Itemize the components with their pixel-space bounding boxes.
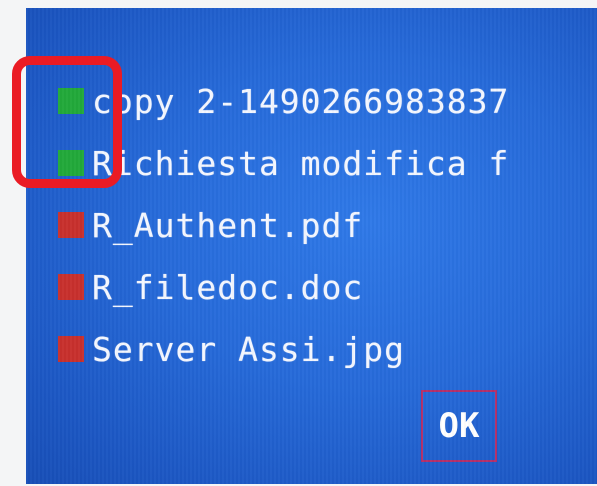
file-list-item[interactable]: Server Assi.jpg (58, 318, 509, 380)
error-status-icon (58, 212, 84, 238)
file-list-item[interactable]: R_filedoc.doc (58, 256, 509, 318)
ok-button[interactable]: OK (421, 390, 497, 462)
file-list-item[interactable]: copy 2-1490266983837 (58, 70, 509, 132)
file-list-item[interactable]: Richiesta modifica f (58, 132, 509, 194)
file-name: R_filedoc.doc (92, 267, 364, 307)
file-list-item[interactable]: R_Authent.pdf (58, 194, 509, 256)
file-name: Richiesta modifica f (92, 143, 510, 183)
file-name: R_Authent.pdf (92, 205, 364, 245)
success-status-icon (58, 150, 84, 176)
success-status-icon (58, 88, 84, 114)
error-status-icon (58, 274, 84, 300)
file-name: Server Assi.jpg (92, 329, 406, 369)
file-list: copy 2-1490266983837 Richiesta modifica … (58, 70, 509, 380)
photo-frame: copy 2-1490266983837 Richiesta modifica … (0, 0, 597, 486)
device-screen: copy 2-1490266983837 Richiesta modifica … (26, 8, 597, 484)
error-status-icon (58, 336, 84, 362)
file-name: copy 2-1490266983837 (92, 81, 510, 121)
